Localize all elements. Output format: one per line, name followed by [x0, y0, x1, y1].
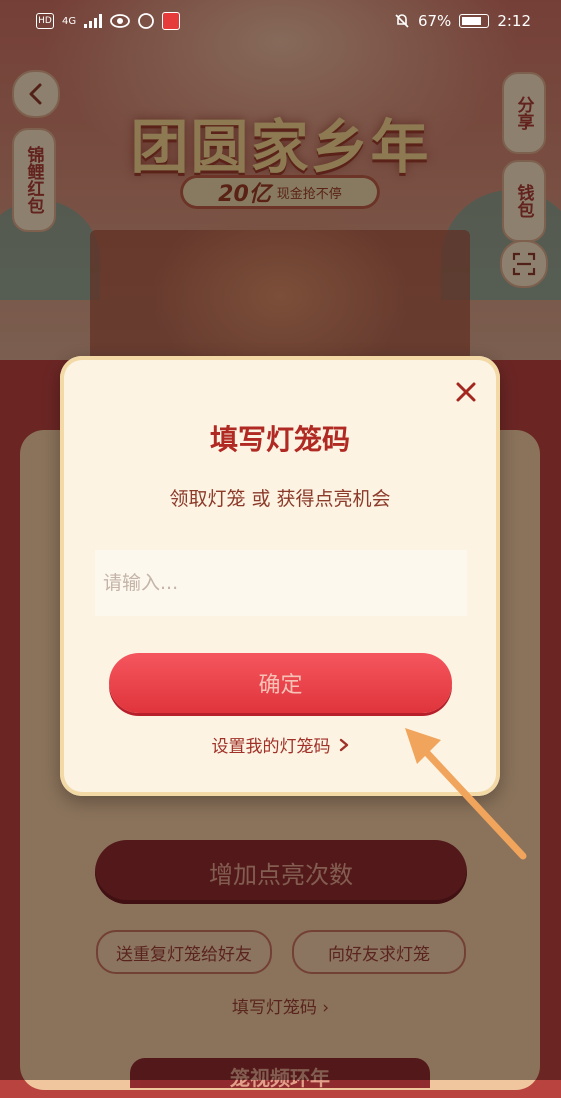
- signal-icon: [84, 14, 103, 28]
- hd-icon: HD: [36, 13, 54, 29]
- chevron-right-icon: [339, 738, 348, 751]
- battery-percent: 67%: [417, 12, 452, 30]
- pointer-arrow-icon: [405, 728, 527, 860]
- dialog-subtitle: 领取灯笼 或 获得点亮机会: [169, 488, 391, 510]
- app-notification-icon: [138, 13, 155, 29]
- app-badge-icon: [162, 12, 181, 30]
- lantern-code-input[interactable]: [95, 550, 467, 616]
- close-icon: [456, 382, 476, 402]
- close-button[interactable]: [450, 376, 482, 408]
- confirm-button[interactable]: 确定: [109, 653, 452, 713]
- dialog-title: 填写灯笼码: [209, 423, 350, 456]
- eye-icon: [110, 14, 131, 28]
- clock: 2:12: [497, 12, 531, 30]
- network-label: 4G: [62, 15, 77, 27]
- mute-icon: [395, 14, 409, 28]
- status-bar: HD 4G 67% 2:12: [0, 0, 561, 44]
- set-link-label: 设置我的灯笼码: [211, 737, 331, 757]
- battery-icon: [459, 14, 490, 28]
